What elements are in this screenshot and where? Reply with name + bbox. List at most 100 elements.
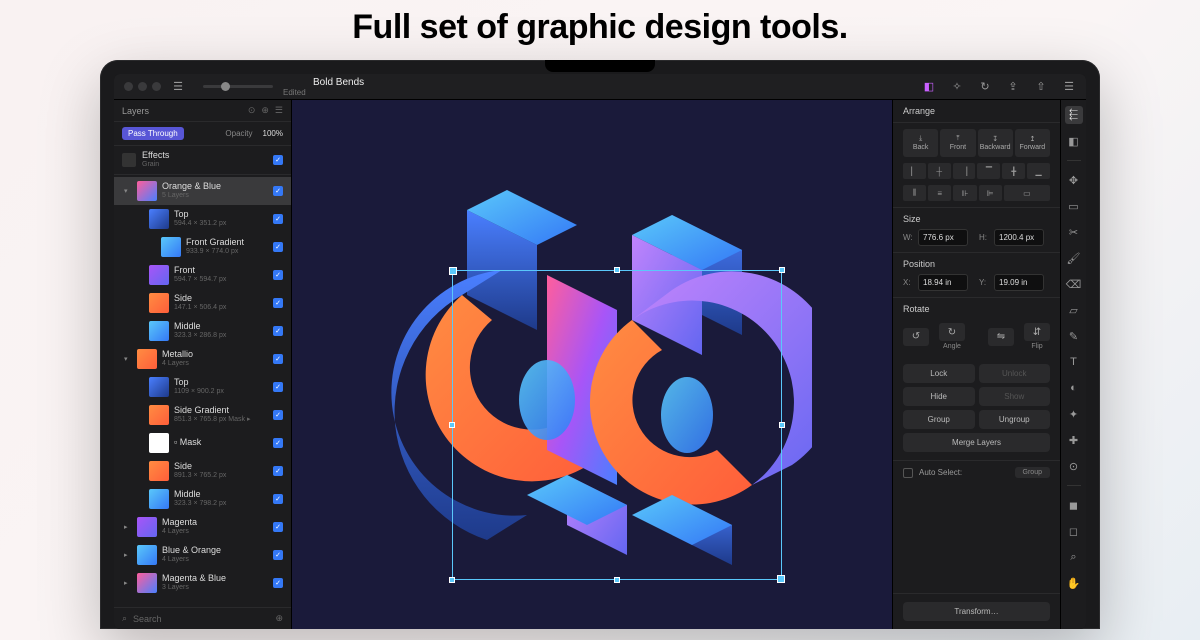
inspector-toggle-icon[interactable]: ☰ [1062, 80, 1076, 94]
layer-visibility-checkbox[interactable]: ✓ [273, 550, 283, 560]
layer-item[interactable]: Side Gradient 851.3 × 765.8 px Mask ▸ ✓ [114, 401, 291, 429]
layer-item[interactable]: ▫ Mask ✓ [114, 429, 291, 457]
layers-visibility-icon[interactable]: ⊕ [261, 105, 269, 116]
layer-group[interactable]: ▾ Orange & Blue 5 Layers ✓ [114, 177, 291, 205]
layer-item[interactable]: Top 1109 × 900.2 px ✓ [114, 373, 291, 401]
effects-checkbox[interactable]: ✓ [273, 155, 283, 165]
order-back-button[interactable]: ⤓Back [903, 129, 938, 157]
export-icon[interactable]: ⇪ [1006, 80, 1020, 94]
paint-tool-icon[interactable]: 🖌 [1065, 249, 1083, 267]
rotate-ccw-icon[interactable]: ↺ [903, 328, 929, 346]
disclosure-icon[interactable]: ▾ [124, 355, 132, 363]
layer-item[interactable]: Side 147.1 × 506.4 px ✓ [114, 289, 291, 317]
layer-visibility-checkbox[interactable]: ✓ [273, 214, 283, 224]
unlock-button[interactable]: Unlock [979, 364, 1051, 383]
selection-tool-icon[interactable]: ▭ [1065, 197, 1083, 215]
layer-visibility-checkbox[interactable]: ✓ [273, 354, 283, 364]
align-center-v-icon[interactable]: ╋ [1002, 163, 1025, 179]
layer-group[interactable]: ▾ Metallio 4 Layers ✓ [114, 345, 291, 373]
order-front-button[interactable]: ⤒Front [940, 129, 975, 157]
auto-select-mode[interactable]: Group [1015, 467, 1050, 478]
distribute-v-icon[interactable]: ≡ [928, 185, 951, 201]
align-center-h-icon[interactable]: ┼ [928, 163, 951, 179]
order-backward-button[interactable]: ↧Backward [978, 129, 1013, 157]
window-controls[interactable] [124, 82, 161, 91]
align-to-canvas-icon[interactable]: ▭ [1004, 185, 1050, 201]
disclosure-icon[interactable]: ▸ [124, 551, 132, 559]
layer-visibility-checkbox[interactable]: ✓ [273, 298, 283, 308]
layer-visibility-checkbox[interactable]: ✓ [273, 410, 283, 420]
color-adjust-icon[interactable]: ◧ [922, 80, 936, 94]
canvas[interactable] [292, 100, 892, 629]
align-top-icon[interactable]: ▔ [977, 163, 1000, 179]
disclosure-icon[interactable]: ▸ [124, 523, 132, 531]
layer-group[interactable]: ▸ Blue & Orange 4 Layers ✓ [114, 541, 291, 569]
flip-h-icon[interactable]: ⇋ [988, 328, 1014, 346]
layer-item[interactable]: Side 891.3 × 765.2 px ✓ [114, 457, 291, 485]
order-forward-button[interactable]: ↥Forward [1015, 129, 1050, 157]
crop-tool-icon[interactable]: ✂ [1065, 223, 1083, 241]
merge-layers-button[interactable]: Merge Layers [903, 433, 1050, 452]
pen-tool-icon[interactable]: ✎ [1065, 327, 1083, 345]
layer-item[interactable]: Middle 323.3 × 798.2 px ✓ [114, 485, 291, 513]
artwork[interactable] [402, 175, 782, 555]
ungroup-button[interactable]: Ungroup [979, 410, 1051, 429]
search-input[interactable]: Search [133, 614, 162, 624]
group-button[interactable]: Group [903, 410, 975, 429]
move-tool-icon[interactable]: ✥ [1065, 171, 1083, 189]
repair-tool-icon[interactable]: ✚ [1065, 431, 1083, 449]
layer-visibility-checkbox[interactable]: ✓ [273, 438, 283, 448]
effects-icon[interactable]: ✧ [950, 80, 964, 94]
layer-item[interactable]: Front 594.7 × 594.7 px ✓ [114, 261, 291, 289]
zoom-icon[interactable] [152, 82, 161, 91]
opacity-value[interactable]: 100% [263, 129, 283, 138]
layers-menu-icon[interactable]: ☰ [275, 105, 283, 116]
layer-visibility-checkbox[interactable]: ✓ [273, 382, 283, 392]
layer-group[interactable]: ▸ Magenta 4 Layers ✓ [114, 513, 291, 541]
y-input[interactable] [994, 274, 1044, 291]
history-icon[interactable]: ↻ [978, 80, 992, 94]
width-input[interactable] [918, 229, 968, 246]
lock-button[interactable]: Lock [903, 364, 975, 383]
layer-visibility-checkbox[interactable]: ✓ [273, 242, 283, 252]
shape-tool-icon[interactable]: ▱ [1065, 301, 1083, 319]
clone-tool-icon[interactable]: ✦ [1065, 405, 1083, 423]
color-picker-icon[interactable]: ⊙ [1065, 457, 1083, 475]
effects-label[interactable]: Effects [142, 151, 267, 161]
align-right-icon[interactable]: ▕ [953, 163, 976, 179]
layers-filter-icon[interactable]: ⊙ [248, 105, 256, 116]
layer-visibility-checkbox[interactable]: ✓ [273, 186, 283, 196]
layer-item[interactable]: Front Gradient 933.9 × 774.0 px ✓ [114, 233, 291, 261]
style-tool-icon[interactable]: ◧ [1065, 132, 1083, 150]
layer-visibility-checkbox[interactable]: ✓ [273, 466, 283, 476]
close-icon[interactable] [124, 82, 133, 91]
transform-button[interactable]: Transform… [903, 602, 1050, 621]
layer-visibility-checkbox[interactable]: ✓ [273, 578, 283, 588]
disclosure-icon[interactable]: ▸ [124, 579, 132, 587]
distribute-spacing-h-icon[interactable]: ⊪ [953, 185, 976, 201]
type-tool-icon[interactable]: T [1065, 353, 1083, 371]
add-layer-icon[interactable]: ⊕ [275, 613, 283, 624]
layer-visibility-checkbox[interactable]: ✓ [273, 494, 283, 504]
layers-list[interactable]: ▾ Orange & Blue 5 Layers ✓ Top 594.4 × 3… [114, 175, 291, 607]
share-icon[interactable]: ⇧ [1034, 80, 1048, 94]
disclosure-icon[interactable]: ▾ [124, 187, 132, 195]
layer-group[interactable]: ▸ Magenta & Blue 3 Layers ✓ [114, 569, 291, 597]
layer-item[interactable]: Top 594.4 × 351.2 px ✓ [114, 205, 291, 233]
layer-visibility-checkbox[interactable]: ✓ [273, 270, 283, 280]
blend-mode-select[interactable]: Pass Through [122, 127, 184, 140]
zoom-tool-icon[interactable]: ⌕ [1065, 548, 1083, 566]
show-button[interactable]: Show [979, 387, 1051, 406]
x-input[interactable] [918, 274, 968, 291]
erase-tool-icon[interactable]: ⌫ [1065, 275, 1083, 293]
align-left-icon[interactable]: ▏ [903, 163, 926, 179]
distribute-spacing-v-icon[interactable]: ⊫ [979, 185, 1002, 201]
hand-tool-icon[interactable]: ✋ [1065, 574, 1083, 592]
layer-visibility-checkbox[interactable]: ✓ [273, 522, 283, 532]
zoom-slider[interactable] [203, 85, 273, 88]
layer-visibility-checkbox[interactable]: ✓ [273, 326, 283, 336]
align-bottom-icon[interactable]: ▁ [1027, 163, 1050, 179]
sidebar-toggle-icon[interactable]: ☰ [171, 80, 185, 94]
flip-v-icon[interactable]: ⇵ [1024, 323, 1050, 341]
arrange-tool-icon[interactable]: ⬱ [1065, 106, 1083, 124]
